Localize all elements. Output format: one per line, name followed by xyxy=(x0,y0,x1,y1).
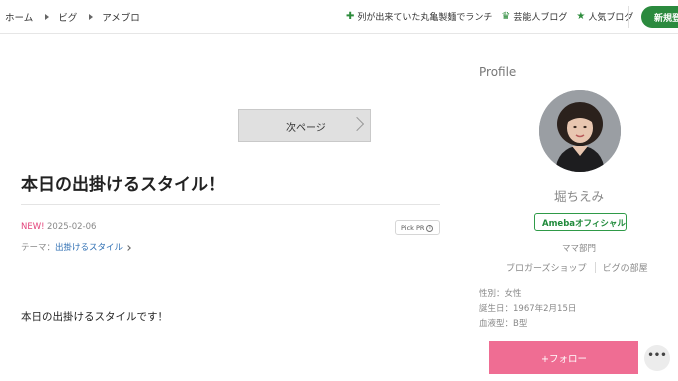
new-badge: NEW! xyxy=(21,222,45,232)
profile-birthday: 誕生日：1967年2月15日 xyxy=(479,304,577,314)
star-icon: ★ xyxy=(576,10,586,22)
header-divider xyxy=(628,6,629,28)
blog-room-link[interactable]: ビグの部屋 xyxy=(603,261,648,274)
signup-button[interactable]: 新規登 xyxy=(641,6,678,28)
profile-category[interactable]: ママ部門 xyxy=(562,242,596,254)
bloggers-shop-link[interactable]: ブロガーズショップ xyxy=(506,261,587,274)
entry-theme: テーマ：出掛けるスタイル xyxy=(21,241,131,253)
breadcrumb-blog[interactable]: ビグ xyxy=(58,10,77,24)
next-page-label: 次ページ xyxy=(286,123,326,134)
avatar-portrait-image xyxy=(539,90,621,172)
global-header: ホーム ビグ アメブロ ✚ 列が出来ていた丸亀製麺でランチ ♛ 芸能人ブログ ★… xyxy=(0,0,678,34)
next-page-button[interactable]: 次ページ xyxy=(238,109,371,142)
chevron-right-icon xyxy=(125,244,131,251)
nav-link-celebrity-blogs[interactable]: ♛ 芸能人ブログ xyxy=(501,10,567,23)
breadcrumb-separator-icon xyxy=(89,14,94,20)
profile-name[interactable]: 堀ちえみ xyxy=(554,186,604,205)
theme-label: テーマ： xyxy=(21,243,56,253)
follow-button[interactable]: +フォロー xyxy=(489,341,638,374)
entry-date: 2025-02-06 xyxy=(47,222,97,232)
entry-title[interactable]: 本日の出掛けるスタイル！ xyxy=(21,170,225,195)
nav-link-trending[interactable]: ✚ 列が出来ていた丸亀製麺でランチ xyxy=(346,10,492,23)
pick-pr-label: Pick PR xyxy=(401,224,425,232)
profile-gender: 性別：女性 xyxy=(479,289,522,299)
breadcrumb-separator-icon xyxy=(45,14,50,20)
theme-link[interactable]: 出掛けるスタイル xyxy=(55,243,123,253)
breadcrumb: ホーム ビグ アメブロ xyxy=(5,10,140,24)
nav-link-label: 芸能人ブログ xyxy=(513,13,568,23)
title-divider xyxy=(21,204,440,205)
profile-heading: Profile xyxy=(479,65,517,79)
info-icon: i xyxy=(426,224,434,232)
header-links: ✚ 列が出来ていた丸亀製麺でランチ ♛ 芸能人ブログ ★ 人気ブログ xyxy=(346,10,642,23)
official-badge: Amebaオフィシャル xyxy=(534,213,627,231)
pick-pr-button[interactable]: Pick PR i xyxy=(395,220,440,235)
profile-blood-type: 血液型：B型 xyxy=(479,319,528,329)
nav-link-popular-blogs[interactable]: ★ 人気ブログ xyxy=(576,10,633,23)
nav-link-label: 列が出来ていた丸亀製麺でランチ xyxy=(357,13,493,23)
breadcrumb-ameblo[interactable]: アメブロ xyxy=(102,10,140,24)
chevron-right-icon xyxy=(349,116,365,132)
crown-icon: ♛ xyxy=(501,10,511,22)
more-options-button[interactable]: ••• xyxy=(644,345,670,371)
nav-link-label: 人気ブログ xyxy=(588,13,634,23)
entry-body-text: 本日の出掛けるスタイルです！ xyxy=(21,311,168,323)
plus-icon: ✚ xyxy=(346,10,355,22)
profile-links: ブロガーズショップ ビグの部屋 xyxy=(506,261,648,274)
breadcrumb-home[interactable]: ホーム xyxy=(5,10,33,24)
link-divider xyxy=(594,262,596,273)
avatar[interactable] xyxy=(539,90,621,172)
